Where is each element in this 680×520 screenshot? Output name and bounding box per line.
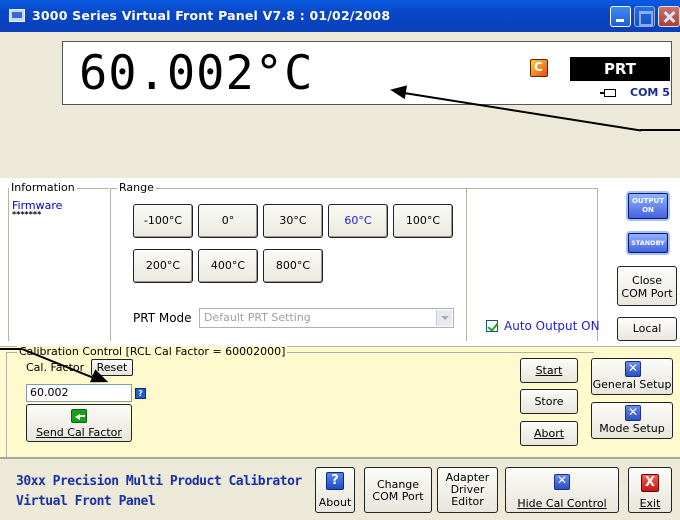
- temperature-reading: 60.002°C: [79, 46, 314, 101]
- close-button[interactable]: [658, 6, 680, 27]
- chevron-down-icon[interactable]: [436, 310, 452, 326]
- prt-mode-select[interactable]: Default PRT Setting: [199, 308, 454, 328]
- close-com-line1: Close: [632, 274, 662, 287]
- range-button-30[interactable]: 30°C: [263, 204, 323, 238]
- output-on-line1: OUTPUT: [632, 197, 664, 205]
- range-button-100[interactable]: 100°C: [393, 204, 453, 238]
- range-button-400[interactable]: 400°C: [198, 249, 258, 283]
- standby-label: STANDBY: [631, 239, 665, 247]
- about-label: About: [318, 496, 352, 509]
- send-cal-factor-button[interactable]: Send Cal Factor: [26, 404, 132, 442]
- information-group: Information Firmware *******: [8, 182, 109, 341]
- arrow-left-icon: [71, 409, 87, 423]
- range-divider: [466, 188, 467, 341]
- change-com-line2: COM Port: [372, 490, 424, 503]
- send-cal-factor-label: Send Cal Factor: [36, 426, 122, 439]
- change-com-port-button[interactable]: Change COM Port: [364, 467, 432, 513]
- start-button[interactable]: Start: [520, 358, 578, 383]
- mode-setup-button[interactable]: Mode Setup: [591, 402, 673, 439]
- close-com-port-button[interactable]: Close COM Port: [617, 266, 677, 306]
- cal-factor-input[interactable]: 60.002: [26, 384, 132, 402]
- minimize-button[interactable]: [610, 6, 631, 27]
- wrench-icon: [625, 361, 641, 377]
- help-icon: ?: [326, 472, 344, 490]
- help-icon[interactable]: ?: [135, 388, 146, 399]
- adapter-driver-editor-button[interactable]: Adapter Driver Editor: [437, 467, 498, 513]
- product-title-line1: 30xx Precision Multi Product Calibrator: [16, 474, 302, 489]
- information-legend: Information: [9, 181, 77, 194]
- exit-icon: X: [641, 474, 659, 492]
- about-button[interactable]: ? About: [315, 467, 355, 513]
- general-setup-button[interactable]: General Setup: [591, 358, 673, 395]
- auto-output-label: Auto Output ON: [504, 319, 600, 333]
- firmware-value: *******: [12, 210, 42, 219]
- exit-button[interactable]: X Exit: [628, 467, 672, 513]
- hide-cal-control-button[interactable]: Hide Cal Control: [505, 467, 619, 513]
- start-label: Start: [535, 364, 563, 377]
- range-button-800[interactable]: 800°C: [263, 249, 323, 283]
- display-area: 60.002°C PRT COM 5: [0, 32, 680, 178]
- store-label: Store: [534, 395, 564, 408]
- wrench-icon: [554, 474, 570, 490]
- store-button[interactable]: Store: [520, 389, 578, 414]
- mode-setup-label: Mode Setup: [599, 422, 665, 435]
- product-title: 30xx Precision Multi Product Calibrator …: [16, 472, 302, 512]
- abort-label: Abort: [533, 427, 565, 440]
- product-title-line2: Virtual Front Panel: [16, 494, 156, 509]
- calibration-panel: Calibration Control [RCL Cal Factor = 60…: [0, 345, 680, 462]
- sensor-type-label: PRT: [570, 57, 670, 81]
- range-button-200[interactable]: 200°C: [133, 249, 193, 283]
- title-bar: 3000 Series Virtual Front Panel V7.8 : 0…: [0, 0, 680, 32]
- com-port-label: COM 5: [630, 86, 670, 99]
- prt-mode-label: PRT Mode: [133, 311, 192, 325]
- output-on-line2: ON: [642, 206, 654, 214]
- close-com-line2: COM Port: [621, 287, 673, 300]
- local-button[interactable]: Local: [617, 317, 677, 341]
- range-legend: Range: [117, 181, 156, 194]
- abort-button[interactable]: Abort: [520, 421, 578, 446]
- adapter-line3: Editor: [451, 495, 484, 508]
- auto-output-checkbox[interactable]: [486, 320, 498, 332]
- calibrator-icon: [530, 59, 548, 77]
- hide-cal-control-label: Hide Cal Control: [517, 497, 607, 510]
- maximize-button[interactable]: [634, 6, 655, 27]
- calibration-legend: Calibration Control [RCL Cal Factor = 60…: [17, 345, 288, 358]
- prt-mode-value: Default PRT Setting: [204, 311, 311, 324]
- general-setup-label: General Setup: [592, 378, 672, 391]
- exit-label: Exit: [639, 497, 661, 510]
- local-label: Local: [632, 322, 662, 335]
- range-button-0[interactable]: 0°: [198, 204, 258, 238]
- plug-icon: [600, 89, 616, 97]
- window-title: 3000 Series Virtual Front Panel V7.8 : 0…: [32, 8, 391, 23]
- range-button-60[interactable]: 60°C: [328, 204, 388, 238]
- standby-button[interactable]: STANDBY: [628, 233, 668, 253]
- middle-panel: Information Firmware ******* Range -100°…: [0, 178, 680, 346]
- bottom-divider: [0, 457, 680, 459]
- range-button-minus100[interactable]: -100°C: [133, 204, 193, 238]
- wrench-icon: [625, 405, 641, 421]
- output-on-button[interactable]: OUTPUT ON: [628, 193, 668, 219]
- app-icon[interactable]: [9, 9, 25, 22]
- bottom-bar: 30xx Precision Multi Product Calibrator …: [0, 457, 680, 520]
